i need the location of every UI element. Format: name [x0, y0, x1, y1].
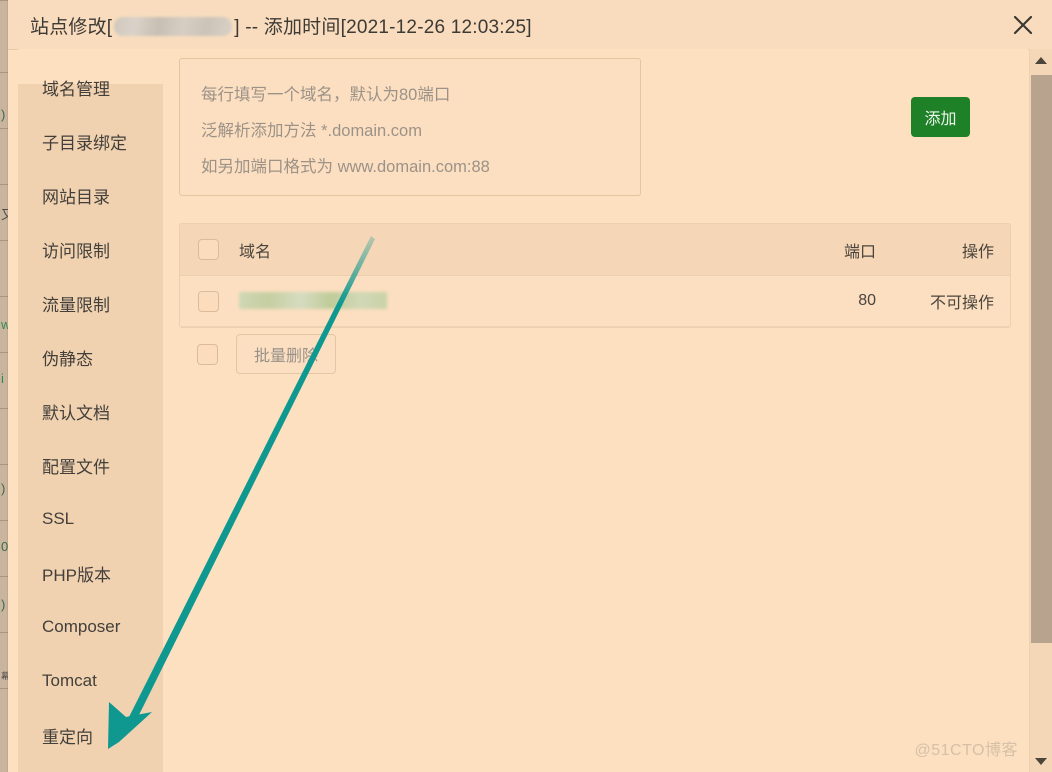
sidebar-item-11[interactable]: Composer [18, 600, 165, 654]
sidebar-item-14[interactable]: 反向代理 [18, 762, 165, 772]
close-button[interactable] [1006, 8, 1040, 42]
sidebar-item-label: 子目录绑定 [42, 133, 127, 153]
domain-value-redacted [239, 291, 387, 309]
sidebar-item-label: 网站目录 [42, 187, 110, 207]
chevron-up-icon [1035, 56, 1047, 64]
sidebar-item-label: PHP版本 [42, 565, 111, 585]
select-all-cell [180, 239, 237, 260]
column-header-domain: 域名 [239, 243, 272, 261]
domain-hint-line: 每行填写一个域名，默认为80端口 [201, 86, 451, 104]
sidebar-item-label: Composer [42, 617, 121, 636]
dialog-title-prefix: 站点修改[ [30, 17, 113, 38]
cell-port: 80 [858, 292, 876, 309]
dialog-title-suffix: ] [526, 17, 532, 38]
sidebar-item-1[interactable]: 域名管理 [18, 60, 165, 114]
row-checkbox[interactable] [198, 290, 219, 312]
sidebar-item-12[interactable]: Tomcat [18, 654, 165, 708]
domain-hint-line: 泛解析添加方法 *.domain.com [201, 122, 422, 140]
chevron-down-icon [1035, 757, 1047, 765]
domain-hint-line: 如另加端口格式为 www.domain.com:88 [201, 158, 490, 176]
sidebar-item-8[interactable]: 配置文件 [18, 438, 165, 492]
sidebar-item-3[interactable]: 网站目录 [18, 168, 165, 222]
watermark: @51CTO博客 [914, 742, 1018, 759]
sidebar-item-label: 配置文件 [42, 457, 110, 477]
sidebar-item-label: 域名管理 [42, 79, 110, 99]
dialog-title-middle: ] -- 添加时间[ [234, 17, 347, 38]
sidebar-item-10[interactable]: PHP版本 [18, 546, 165, 600]
sidebar-item-5[interactable]: 流量限制 [18, 276, 165, 330]
vertical-scrollbar[interactable] [1029, 49, 1052, 772]
sidebar-item-label: 伪静态 [42, 349, 93, 369]
bulk-select-cell [179, 343, 236, 365]
domain-management-panel: 每行填写一个域名，默认为80端口 泛解析添加方法 *.domain.com 如另… [163, 49, 1028, 772]
sidebar-item-9[interactable]: SSL [18, 492, 165, 546]
bg-glyph: ) [1, 107, 6, 122]
sidebar-item-label: 访问限制 [42, 241, 110, 261]
cell-domain [237, 291, 780, 311]
table-row: 80 不可操作 [180, 276, 1010, 327]
table-header-row: 域名 端口 操作 [180, 224, 1010, 276]
domain-table: 域名 端口 操作 80 不可操作 [179, 223, 1011, 328]
screen-root: ) 又 w i ) 0 ) 幕 站点修改[] -- 添加时间[2021-12-2… [0, 0, 1052, 772]
sidebar-item-13[interactable]: 重定向 [18, 708, 165, 762]
sidebar-item-label: 重定向 [42, 727, 93, 747]
sidebar-item-4[interactable]: 访问限制 [18, 222, 165, 276]
sidebar-item-label: 流量限制 [42, 295, 110, 315]
bg-glyph: ) [1, 481, 6, 496]
scroll-down-button[interactable] [1030, 750, 1052, 772]
column-header-operation: 操作 [961, 243, 994, 261]
bulk-select-checkbox[interactable] [197, 343, 218, 365]
site-name-redacted [114, 17, 233, 36]
site-edit-dialog: 站点修改[ ] -- 添加时间[2021-12-26 12:03:25] 域名管理… [8, 0, 1052, 772]
column-header-port: 端口 [843, 243, 876, 261]
select-all-checkbox[interactable] [198, 239, 219, 260]
add-domain-button[interactable]: 添加 [911, 97, 970, 137]
close-icon [1013, 15, 1033, 35]
dialog-title: 站点修改[ ] -- 添加时间[2021-12-26 12:03:25] [30, 12, 532, 39]
cell-operation: 不可操作 [929, 295, 994, 312]
bulk-delete-button[interactable]: 批量删除 [236, 334, 337, 374]
sidebar-item-label: SSL [42, 509, 75, 528]
bg-glyph: i [1, 371, 4, 386]
row-select-cell [180, 290, 237, 312]
scroll-up-button[interactable] [1030, 49, 1052, 71]
dialog-titlebar: 站点修改[ ] -- 添加时间[2021-12-26 12:03:25] [8, 0, 1052, 50]
bg-glyph: ) [1, 597, 6, 612]
sidebar-menu: 域名管理子目录绑定网站目录访问限制流量限制伪静态默认文档配置文件 SSL PHP版本… [18, 49, 165, 772]
sidebar-item-label: Tomcat [42, 671, 97, 690]
bulk-action-bar: 批量删除 [179, 329, 579, 379]
sidebar-item-7[interactable]: 默认文档 [18, 384, 165, 438]
dialog-add-time: 2021-12-26 12:03:25 [346, 17, 527, 38]
sidebar-item-6[interactable]: 伪静态 [18, 330, 165, 384]
sidebar-item-label: 默认文档 [42, 403, 110, 423]
domain-input[interactable]: 每行填写一个域名，默认为80端口 泛解析添加方法 *.domain.com 如另… [179, 58, 641, 196]
sidebar-item-2[interactable]: 子目录绑定 [18, 114, 165, 168]
scrollbar-thumb[interactable] [1031, 75, 1052, 643]
